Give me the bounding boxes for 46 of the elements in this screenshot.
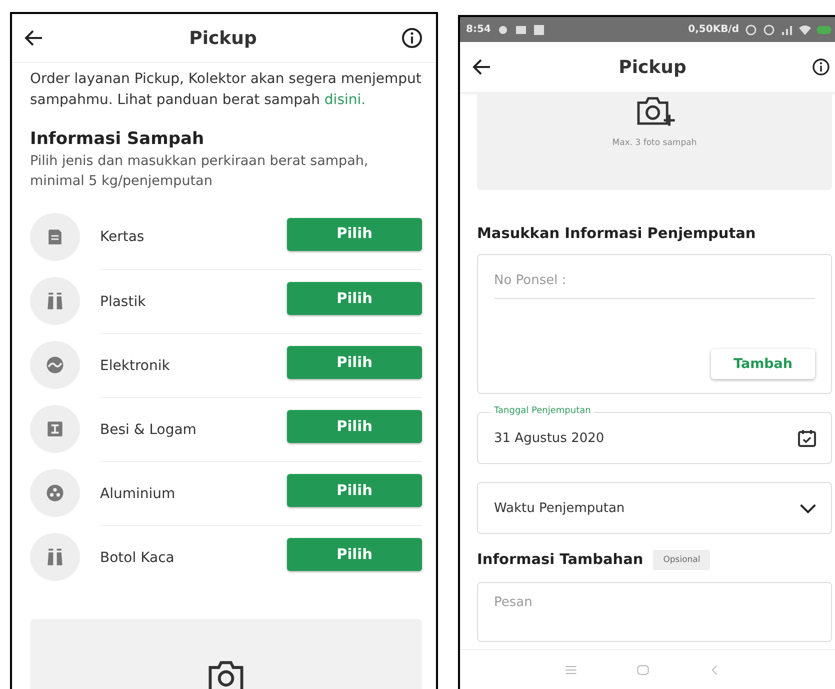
chevron-down-icon xyxy=(799,502,817,514)
category-label: Aluminium xyxy=(100,486,176,502)
category-label: Botol Kaca xyxy=(100,550,174,566)
category-icon xyxy=(30,277,80,325)
choose-button[interactable]: Pilih xyxy=(287,410,422,443)
status-time: 8:54 xyxy=(466,24,491,35)
choose-button[interactable]: Pilih xyxy=(287,538,422,571)
photo-upload-card[interactable]: Max. 3 foto sampah xyxy=(477,93,832,190)
category-icon xyxy=(30,469,80,517)
choose-button[interactable]: Pilih xyxy=(287,282,422,315)
signal-icon xyxy=(781,24,793,36)
info-icon[interactable] xyxy=(400,26,424,50)
info-icon[interactable] xyxy=(810,57,831,77)
section-title: Informasi Tambahan xyxy=(477,552,644,568)
category-icon xyxy=(30,341,80,389)
network-speed: 0,50KB/d xyxy=(688,24,739,35)
calendar-icon xyxy=(797,428,817,448)
intro-text: Order layanan Pickup, Kolektor akan segera menjemput sampahmu. Lihat panduan berat sampah disini. xyxy=(30,70,422,110)
category-icon xyxy=(30,405,80,453)
choose-button[interactable]: Pilih xyxy=(287,346,422,379)
category-label: Besi & Logam xyxy=(100,422,196,438)
category-label: Kertas xyxy=(100,229,144,245)
wifi-icon xyxy=(799,24,811,36)
category-icon xyxy=(30,213,80,261)
field-label: Tanggal Penjemputan xyxy=(491,406,594,417)
category-icon xyxy=(30,533,80,581)
category-label: Elektronik xyxy=(100,358,170,374)
choose-button[interactable]: Pilih xyxy=(287,474,422,507)
screen-title: Pickup xyxy=(618,56,686,78)
message-field[interactable]: Pesan xyxy=(477,582,832,642)
phone-input-field[interactable]: No Ponsel : xyxy=(494,269,815,299)
category-label: Plastik xyxy=(100,294,146,310)
guide-link[interactable]: disini. xyxy=(324,92,366,108)
section-title: Masukkan Informasi Penjemputan xyxy=(477,226,757,242)
camera-icon xyxy=(206,659,246,689)
optional-badge: Opsional xyxy=(653,550,710,570)
date-value: 31 Agustus 2020 xyxy=(494,430,604,446)
time-dropdown[interactable]: Waktu Penjemputan xyxy=(477,482,832,534)
photo-hint: Max. 3 foto sampah xyxy=(612,138,697,148)
battery-icon xyxy=(817,24,831,34)
add-button[interactable]: Tambah xyxy=(711,349,815,379)
add-photo-icon xyxy=(634,95,674,128)
choose-button[interactable]: Pilih xyxy=(287,218,422,250)
section-title: Informasi Sampah xyxy=(30,129,206,149)
screen-title: Pickup xyxy=(189,28,257,48)
section-subtitle: Pilih jenis dan masukkan perkiraan berat sampah, minimal 5 kg/penjemputan xyxy=(30,152,370,191)
